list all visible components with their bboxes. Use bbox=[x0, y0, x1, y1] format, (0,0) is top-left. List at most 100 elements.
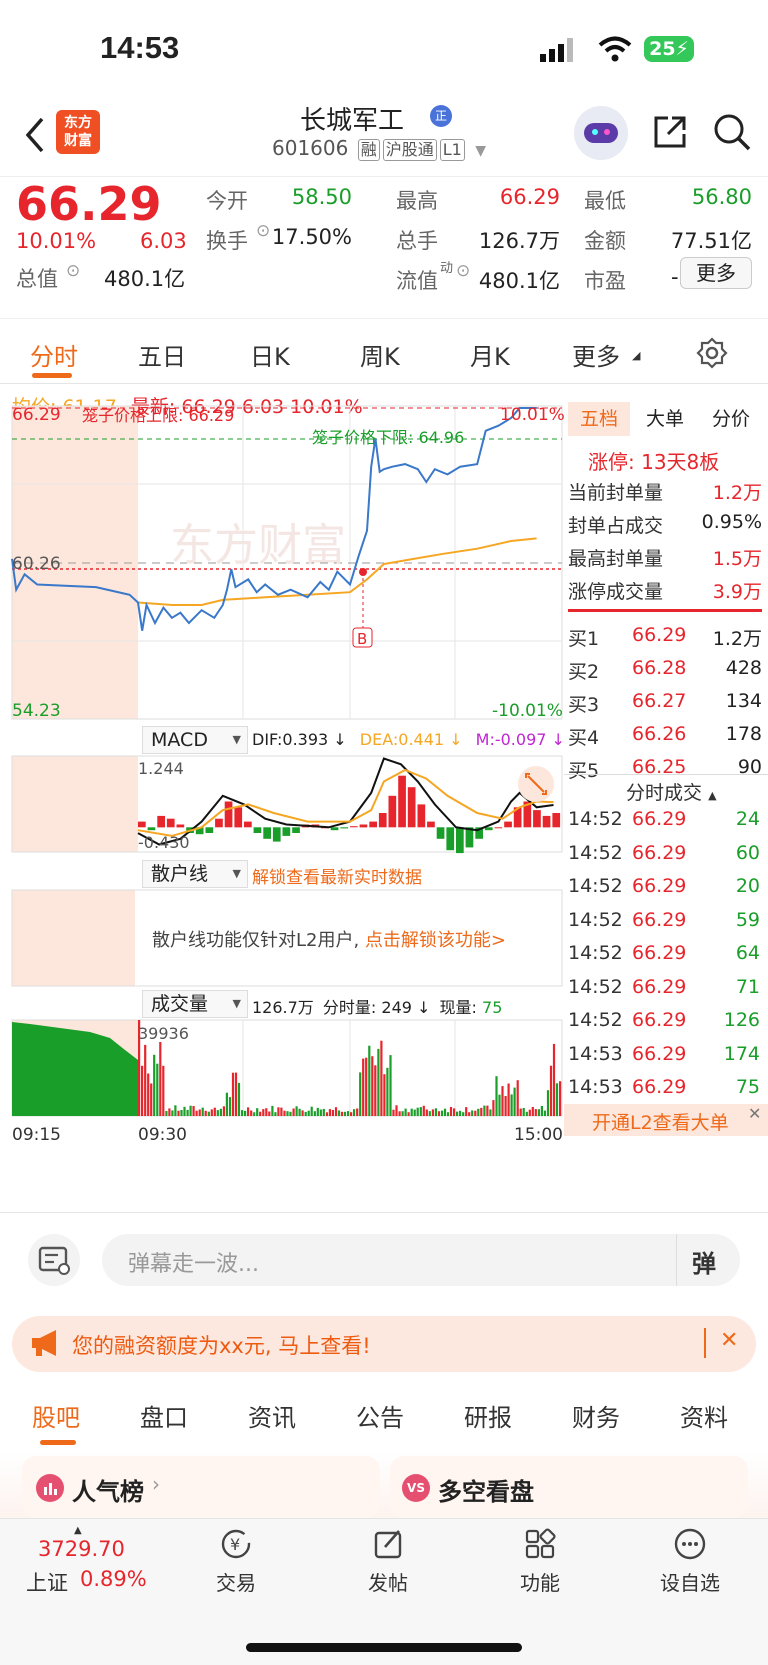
volume-bar bbox=[213, 1107, 216, 1116]
info-icon[interactable]: ⊙ bbox=[256, 221, 270, 241]
logo-line2: 财富 bbox=[64, 133, 92, 149]
volume-bar bbox=[141, 1065, 144, 1116]
nav-item-1[interactable]: 发帖 bbox=[348, 1527, 428, 1597]
l2-banner[interactable]: 开通L2查看大单 ✕ bbox=[564, 1104, 768, 1136]
robot-avatar-icon[interactable] bbox=[574, 106, 628, 160]
nav-item-0[interactable]: ¥ 交易 bbox=[196, 1527, 276, 1597]
bid-volume: 178 bbox=[725, 723, 762, 745]
tab-period-0[interactable]: 分时 bbox=[30, 337, 78, 372]
content-tab-3[interactable]: 公告 bbox=[356, 1398, 404, 1433]
macd-bar bbox=[359, 824, 368, 828]
content-tab-5[interactable]: 财务 bbox=[572, 1398, 620, 1433]
danmu-bar: 弹幕走一波... 弹 bbox=[0, 1214, 768, 1304]
gear-icon[interactable] bbox=[696, 337, 728, 369]
retail-selector[interactable]: 散户线 ▼ bbox=[142, 860, 248, 888]
volume-bar bbox=[310, 1106, 313, 1116]
volume-bar bbox=[156, 1063, 159, 1116]
share-icon[interactable] bbox=[652, 114, 688, 150]
close-icon[interactable]: ✕ bbox=[720, 1328, 738, 1353]
volume-bar bbox=[247, 1107, 250, 1116]
volume-selector[interactable]: 成交量 ▼ bbox=[142, 990, 248, 1018]
tick-time: 14:52 bbox=[568, 841, 623, 864]
content-tab-1[interactable]: 盘口 bbox=[140, 1398, 188, 1433]
volume-bar bbox=[446, 1112, 450, 1116]
content-tab-6[interactable]: 资料 bbox=[680, 1398, 728, 1433]
macd-selector[interactable]: MACD ▼ bbox=[142, 726, 248, 754]
period-tabs: 分时 五日 日K 周K 月K 更多 ◢ bbox=[0, 318, 768, 384]
search-icon[interactable] bbox=[712, 112, 752, 152]
macd-bar bbox=[398, 775, 406, 828]
nav-item-3[interactable]: 设自选 bbox=[650, 1527, 730, 1597]
danmu-toggle-button[interactable]: 弹 bbox=[692, 1244, 716, 1279]
volume-bar bbox=[331, 1110, 334, 1116]
volume-bar bbox=[216, 1110, 219, 1116]
macd-bar bbox=[427, 821, 435, 828]
danmu-settings-icon[interactable] bbox=[28, 1234, 80, 1286]
volume-bar bbox=[268, 1111, 271, 1116]
macd-bar bbox=[166, 818, 175, 828]
volume-bar bbox=[459, 1110, 462, 1116]
nav-item-2[interactable]: 功能 bbox=[500, 1527, 580, 1597]
volume-bar bbox=[419, 1107, 422, 1116]
volume-bar bbox=[301, 1110, 304, 1116]
tab-period-4[interactable]: 月K bbox=[470, 337, 510, 372]
tab-period-5[interactable]: 更多 bbox=[572, 337, 620, 372]
caret-down-icon: ▼ bbox=[232, 997, 241, 1010]
retail-message: 散户线功能仅针对L2用户, 点击解锁该功能> bbox=[152, 926, 506, 952]
volume-bar bbox=[555, 1083, 559, 1116]
info-icon[interactable]: ⊙ bbox=[456, 261, 470, 281]
retail-unlock-text[interactable]: 解锁查看最新实时数据 bbox=[252, 863, 422, 888]
nav-label: 交易 bbox=[216, 1571, 256, 1595]
volume-bar bbox=[231, 1072, 235, 1116]
side-tab-big[interactable]: 大单 bbox=[634, 402, 696, 436]
side-tab-price[interactable]: 分价 bbox=[700, 402, 762, 436]
volume-bar bbox=[198, 1109, 201, 1116]
volume-bar bbox=[192, 1106, 195, 1116]
chevron-left-icon[interactable] bbox=[24, 116, 46, 154]
time-continuous-label: 09:30 bbox=[138, 1125, 187, 1145]
divider bbox=[704, 1328, 706, 1358]
tab-period-2[interactable]: 日K bbox=[250, 337, 290, 372]
status-time: 14:53 bbox=[100, 30, 180, 65]
tick-price: 66.29 bbox=[632, 808, 687, 830]
volume-bar bbox=[510, 1094, 513, 1116]
buy-point bbox=[359, 568, 367, 576]
volume-bar bbox=[271, 1105, 274, 1116]
pct-change: 10.01% bbox=[16, 229, 97, 253]
info-icon[interactable]: ⊙ bbox=[66, 261, 80, 281]
index-value: 3729.70 bbox=[38, 1537, 125, 1561]
volume-bar bbox=[347, 1111, 350, 1116]
chart-canvas[interactable]: 东方财富 B 66.29 笼子价格上限: 66.29 笼子价格下限: 64.96… bbox=[0, 384, 564, 1214]
financing-banner[interactable]: 您的融资额度为xx元, 马上查看! ✕ bbox=[12, 1316, 756, 1372]
content-tab-2[interactable]: 资讯 bbox=[248, 1398, 296, 1433]
volume-bar bbox=[389, 1055, 392, 1116]
macd-bar bbox=[484, 827, 493, 831]
tab-period-3[interactable]: 周K bbox=[360, 337, 400, 372]
caret-down-icon[interactable]: ▼ bbox=[475, 143, 486, 159]
field-value: 480.1亿 bbox=[104, 267, 186, 291]
volume-bar bbox=[395, 1105, 398, 1116]
retail-unlock-link[interactable]: 点击解锁该功能> bbox=[365, 930, 506, 951]
field-label: 换手 bbox=[206, 229, 248, 253]
volume-bar bbox=[304, 1111, 307, 1116]
more-button[interactable]: 更多 bbox=[680, 257, 752, 289]
volume-bar bbox=[280, 1107, 283, 1116]
long-short-card[interactable]: VS 多空看盘 bbox=[390, 1456, 748, 1518]
popularity-card[interactable]: 人气榜 › bbox=[22, 1456, 380, 1518]
macd-bar bbox=[494, 827, 503, 829]
macd-bar bbox=[215, 818, 223, 828]
field-label: 今开 bbox=[206, 189, 248, 213]
divider bbox=[0, 1212, 768, 1213]
volume-bar bbox=[368, 1045, 371, 1116]
close-icon[interactable]: ✕ bbox=[748, 1104, 761, 1123]
stat-value: 3.9万 bbox=[712, 581, 762, 603]
content-tab-4[interactable]: 研报 bbox=[464, 1398, 512, 1433]
vol-max-label: 39936 bbox=[138, 1024, 189, 1043]
danmu-input[interactable]: 弹幕走一波... 弹 bbox=[102, 1234, 740, 1286]
volume-bar bbox=[334, 1107, 338, 1116]
side-tab-five[interactable]: 五档 bbox=[568, 402, 630, 436]
tab-period-1[interactable]: 五日 bbox=[138, 337, 186, 372]
ticks-title[interactable]: 分时成交 ▲ bbox=[626, 778, 717, 805]
content-tab-0[interactable]: 股吧 bbox=[32, 1398, 80, 1433]
macd-bar bbox=[205, 827, 214, 833]
